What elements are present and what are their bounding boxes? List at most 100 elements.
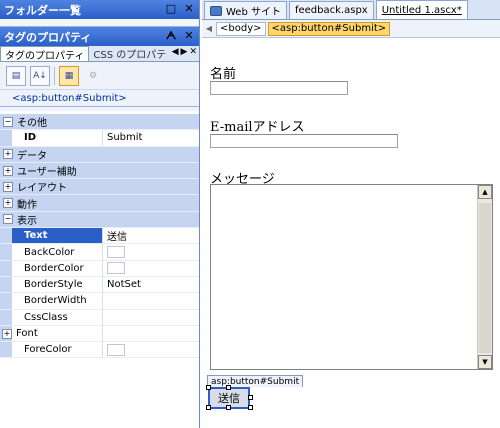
property-value[interactable] <box>103 342 199 357</box>
email-textbox[interactable] <box>210 134 398 148</box>
message-scrollbar[interactable]: ▲ ▼ <box>477 185 492 369</box>
expand-icon[interactable]: + <box>3 149 13 160</box>
scroll-track[interactable] <box>479 203 491 353</box>
message-textarea[interactable]: ▲ ▼ <box>210 184 493 370</box>
property-row[interactable]: ForeColor <box>0 342 199 359</box>
tab-feedback-aspx[interactable]: feedback.aspx <box>288 1 374 19</box>
sort-alphabetical-icon[interactable]: A↓ <box>30 65 50 86</box>
pin-icon[interactable]: ᗅ <box>165 29 177 43</box>
tab-tag-properties[interactable]: タグのプロパティ <box>0 46 90 62</box>
tag-bar-left-arrow-icon[interactable]: ◀ <box>204 23 214 35</box>
expand-icon[interactable]: + <box>2 328 12 339</box>
tab-untitled-ascx[interactable]: Untitled 1.ascx* <box>375 0 468 19</box>
resize-handle-br[interactable] <box>248 405 253 410</box>
maximize-icon[interactable]: □ <box>165 2 177 15</box>
property-name: BorderWidth <box>12 293 103 309</box>
tab-web-site[interactable]: Web サイト <box>204 1 287 19</box>
close-icon[interactable]: ✕ <box>183 29 195 43</box>
property-name: BorderStyle <box>12 276 103 293</box>
property-row[interactable]: BackColor <box>0 244 199 261</box>
properties-pages-icon[interactable]: ⚙ <box>83 66 103 86</box>
tag-properties-title: タグのプロパティ <box>4 30 92 44</box>
quick-tag-selector: ◀ <body> <asp:button#Submit> <box>202 20 500 38</box>
folder-list-titlebar: フォルダー一覧 □ ✕ <box>0 0 199 19</box>
property-value[interactable]: NotSet <box>103 277 199 292</box>
row-gutter <box>0 342 12 358</box>
name-textbox[interactable] <box>210 81 348 95</box>
row-gutter <box>0 309 12 325</box>
property-value-text: 送信 <box>107 232 127 244</box>
collapse-icon[interactable]: − <box>3 116 13 127</box>
design-view: 名前 E-mailアドレス メッセージ ▲ ▼ asp:button#Submi… <box>202 38 500 428</box>
property-value[interactable]: Submit <box>103 130 199 145</box>
property-name: BorderColor <box>12 260 103 276</box>
property-category[interactable]: − 表示 <box>0 211 199 229</box>
property-value[interactable] <box>103 310 199 325</box>
resize-handle-bl[interactable] <box>206 405 211 410</box>
property-name-text: BorderColor <box>24 262 84 274</box>
property-name-text: BackColor <box>24 246 75 258</box>
row-gutter <box>0 244 12 260</box>
categorized-view-icon[interactable]: ▤ <box>6 65 26 86</box>
property-value[interactable] <box>103 293 199 308</box>
scroll-right-icon[interactable]: ▶ <box>181 47 188 57</box>
expand-icon[interactable]: + <box>3 181 13 192</box>
property-name: ID <box>12 130 103 146</box>
selector-spacer <box>0 107 199 111</box>
property-category[interactable]: + データ <box>0 146 199 163</box>
category-label: レイアウト <box>17 183 67 195</box>
property-value[interactable]: 送信 <box>103 228 199 243</box>
tag-crumb-submit[interactable]: <asp:button#Submit> <box>267 21 391 36</box>
tag-crumb-body[interactable]: <body> <box>216 21 266 36</box>
property-name-text: Font <box>16 328 38 339</box>
property-value[interactable] <box>103 326 199 341</box>
color-swatch[interactable] <box>107 246 125 259</box>
property-name: + Font <box>2 325 103 342</box>
collapse-icon[interactable]: − <box>3 214 13 225</box>
property-value[interactable] <box>103 261 199 276</box>
property-category[interactable]: + レイアウト <box>0 179 199 196</box>
property-value-text: NotSet <box>107 279 141 291</box>
property-category[interactable]: + ユーザー補助 <box>0 162 199 180</box>
resize-handle-b[interactable] <box>226 405 231 410</box>
document-tabs: Web サイト feedback.aspx Untitled 1.ascx* <box>202 0 500 20</box>
color-swatch[interactable] <box>107 343 125 356</box>
tab-css-properties[interactable]: CSS のプロパテ <box>89 46 170 61</box>
scroll-down-icon[interactable]: ▼ <box>478 355 492 369</box>
tab-label: CSS のプロパテ <box>93 50 167 61</box>
property-name-text: BorderWidth <box>24 295 87 307</box>
email-label: E-mailアドレス <box>210 120 305 135</box>
resize-handle-tl[interactable] <box>206 385 211 390</box>
property-tabs: タグのプロパティ CSS のプロパテ ◀ ▶ ✕ <box>0 46 199 62</box>
control-tag-label: asp:button#Submit <box>207 375 304 387</box>
scroll-left-icon[interactable]: ◀ <box>172 47 179 57</box>
scroll-up-icon[interactable]: ▲ <box>478 185 492 199</box>
close-icon[interactable]: ✕ <box>183 2 195 15</box>
property-name-text: BorderStyle <box>24 279 83 291</box>
close-icon[interactable]: ✕ <box>189 47 197 57</box>
property-row[interactable]: + Font <box>0 325 199 343</box>
color-swatch[interactable] <box>107 262 125 275</box>
property-row[interactable]: ID Submit <box>0 130 199 147</box>
property-row[interactable]: CssClass <box>0 309 199 326</box>
resize-handle-r[interactable] <box>248 395 253 400</box>
resize-handle-t[interactable] <box>226 385 231 390</box>
category-label: 表示 <box>17 215 37 227</box>
folder-list-title: フォルダー一覧 <box>4 3 81 17</box>
row-gutter <box>0 260 12 276</box>
expand-icon[interactable]: + <box>3 198 13 209</box>
property-row[interactable]: Text 送信 <box>0 228 199 245</box>
property-category[interactable]: + 動作 <box>0 195 199 212</box>
property-row[interactable]: BorderColor <box>0 260 199 277</box>
property-name: ForeColor <box>12 342 103 358</box>
property-value[interactable] <box>103 244 199 259</box>
row-gutter <box>0 293 12 309</box>
property-row[interactable]: BorderWidth <box>0 293 199 310</box>
property-category[interactable]: − その他 <box>0 114 199 131</box>
property-row[interactable]: BorderStyle NotSet <box>0 276 199 294</box>
folder-list-body <box>0 19 199 27</box>
expand-icon[interactable]: + <box>3 165 13 176</box>
show-set-properties-icon[interactable]: ▦ <box>59 65 79 86</box>
property-name-text: ID <box>24 132 37 144</box>
tab-label: タグのプロパティ <box>5 50 85 62</box>
